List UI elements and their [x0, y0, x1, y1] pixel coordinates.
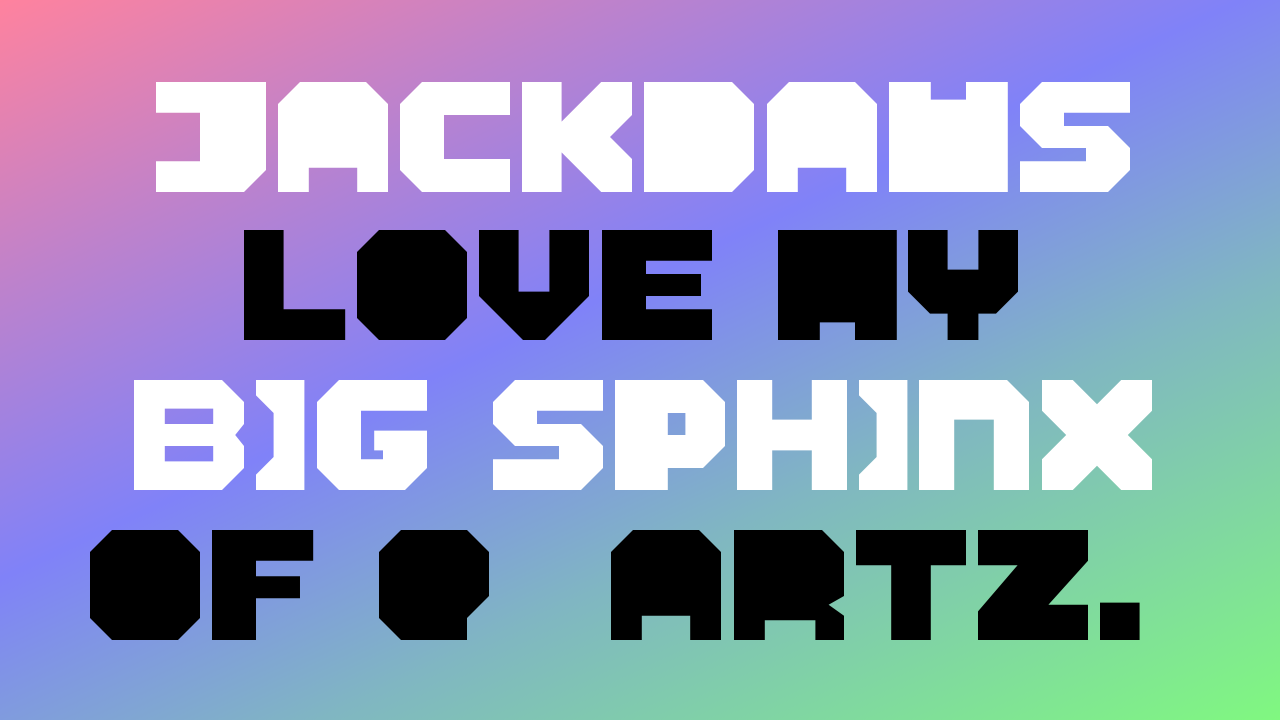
glyph-shape: [601, 230, 712, 340]
glyph-shape: [357, 230, 468, 340]
glyph-shape: [611, 530, 722, 640]
glyph-shape: [736, 380, 847, 490]
glyph-i: [858, 380, 908, 490]
glyph-shape: [1099, 602, 1140, 640]
glyph-shape: [919, 380, 1030, 490]
glyph-shape: [479, 230, 590, 340]
glyph-o: [357, 230, 468, 340]
glyph-shape: [522, 82, 633, 192]
glyph-shape: [379, 530, 490, 640]
glyph-q: [379, 530, 490, 640]
poster-canvas: JACKDAWS LOVE MY BIG SPHINX OF QUARTZ.: [0, 0, 1280, 720]
glyph-shape: [888, 82, 1008, 192]
glyph-s: [1019, 82, 1130, 192]
glyph-d: [644, 82, 755, 192]
glyph-x: [1041, 380, 1152, 490]
glyph-j: [156, 82, 266, 192]
glyph-shape: [858, 380, 908, 490]
glyph-shape: [156, 82, 266, 192]
glyph-m: [777, 230, 897, 340]
glyph-y: [908, 230, 1019, 340]
glyph-shape: [766, 82, 877, 192]
glyph-shape: [908, 230, 1019, 340]
glyph-o: [90, 530, 200, 640]
glyph-g: [316, 380, 427, 490]
glyph-shape: [316, 380, 427, 490]
glyph-shape: [256, 380, 305, 490]
glyph-a: [611, 530, 722, 640]
glyph-shape: [614, 380, 725, 490]
glyph-shape: [733, 530, 844, 640]
glyph-s: [492, 380, 603, 490]
glyph-shape: [855, 530, 966, 640]
glyph-r: [733, 530, 844, 640]
glyph-shape: [400, 82, 511, 192]
glyph-shape: [1019, 82, 1130, 192]
glyph-shape: [90, 530, 200, 640]
glyph-c: [400, 82, 511, 192]
glyph-f: [212, 530, 314, 640]
glyph-t: [855, 530, 966, 640]
glyph-l: [244, 230, 346, 340]
glyph-shape: [777, 230, 897, 340]
glyph-a: [278, 82, 389, 192]
glyph-h: [736, 380, 847, 490]
glyph-shape: [492, 380, 603, 490]
glyph-i: [256, 380, 305, 490]
glyph-z: [977, 530, 1088, 640]
glyph-shape: [134, 380, 244, 490]
glyph-period: [1099, 530, 1140, 640]
glyph-p: [614, 380, 725, 490]
glyph-shape: [1041, 380, 1152, 490]
glyph-a: [766, 82, 877, 192]
glyph-e: [601, 230, 712, 340]
glyph-shape: [244, 230, 346, 340]
glyph-shape: [644, 82, 755, 192]
glyph-b: [134, 380, 244, 490]
glyph-shape: [278, 82, 389, 192]
glyph-w: [888, 82, 1008, 192]
glyph-v: [479, 230, 590, 340]
glyph-n: [919, 380, 1030, 490]
glyph-shape: [212, 530, 314, 640]
glyph-shape: [977, 530, 1088, 640]
glyph-k: [522, 82, 633, 192]
